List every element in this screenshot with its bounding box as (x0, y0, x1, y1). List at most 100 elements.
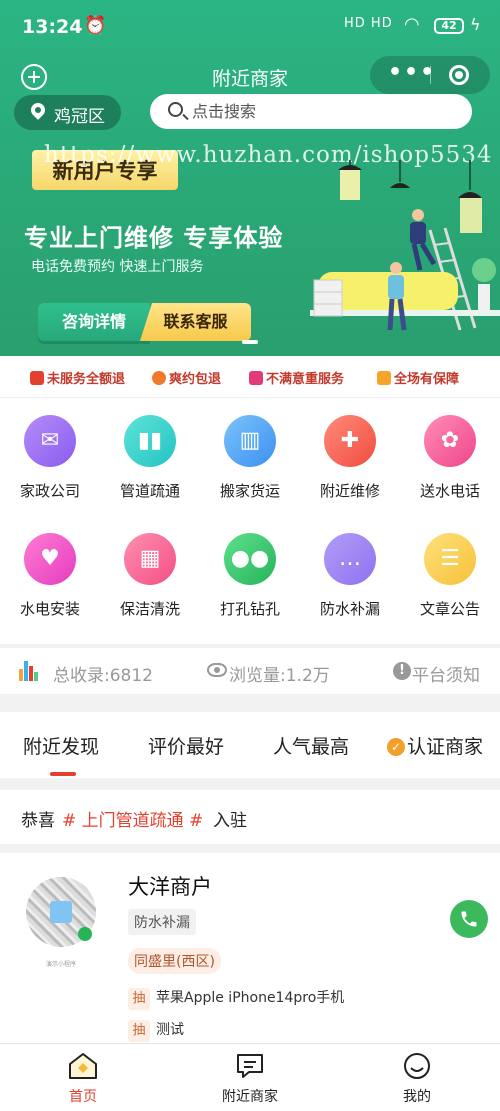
merchant-item-label: 测试 (156, 1022, 184, 1038)
tab-best-rated[interactable]: 评价最好 (148, 732, 224, 759)
qr-caption: 演示小程序 (45, 961, 76, 968)
header-banner: 13:24 ⏰ HD HD ◠ 42 ϟ 附近商家 ••• 鸡冠区 新用户专享 … (0, 0, 500, 356)
merchant-item: 抽苹果Apple iPhone14pro手机 (128, 987, 344, 1010)
carousel-indicator (242, 340, 258, 344)
tabbar-profile[interactable]: 我的 (334, 1044, 500, 1111)
guarantee-refund: 未服务全额退 (30, 368, 125, 387)
navbar: 附近商家 ••• (0, 56, 500, 96)
guarantee-label: 全场有保障 (394, 372, 460, 387)
bottom-tab-bar: 首页 附近商家 我的 (0, 1043, 500, 1111)
tab-most-popular[interactable]: 人气最高 (273, 732, 349, 759)
category-label: 家政公司 (19, 482, 80, 500)
announcement-prefix: 恭喜 (21, 811, 55, 831)
tab-certified[interactable]: ✓ 认证商家 (387, 732, 483, 759)
guarantee-strip: 未服务全额退 爽约包退 不满意重服务 全场有保障 (0, 356, 500, 398)
category-repair[interactable]: ✚ 附近维修 (300, 398, 400, 516)
stats-bar: 总收录:6812 浏览量:1.2万 ! 平台须知 (0, 648, 500, 694)
category-announcement[interactable]: ☰ 文章公告 (400, 516, 500, 634)
phone-icon (461, 911, 477, 927)
category-cleaning[interactable]: ▦ 保洁清洗 (100, 516, 200, 634)
guarantee-label: 不满意重服务 (266, 372, 345, 387)
listing-tabs: 附近发现 评价最好 人气最高 ✓ 认证商家 (0, 712, 500, 778)
category-label: 搬家货运 (219, 482, 280, 500)
chat-icon: … (324, 533, 376, 585)
close-target-icon[interactable] (449, 65, 469, 85)
category-label: 防水补漏 (319, 600, 380, 618)
guarantee-reservice: 不满意重服务 (249, 368, 344, 387)
category-pipe-unclog[interactable]: ▮▮ 管道疏通 (100, 398, 200, 516)
category-housekeeping[interactable]: ✉ 家政公司 (0, 398, 100, 516)
tabbar-home[interactable]: 首页 (0, 1044, 166, 1111)
view-count: 浏览量:1.2万 (229, 666, 330, 686)
search-input[interactable] (192, 99, 452, 124)
category-plumbing[interactable]: ♥ 水电安装 (0, 516, 100, 634)
merchant-item: 抽测试 (128, 1019, 184, 1042)
wifi-icon: ◠ (404, 14, 420, 35)
tab-nearby[interactable]: 附近发现 (23, 732, 99, 759)
category-label: 送水电话 (419, 482, 480, 500)
merchant-area: 同盛里(西区) (128, 948, 221, 974)
location-label: 鸡冠区 (54, 107, 105, 127)
category-waterproof[interactable]: … 防水补漏 (300, 516, 400, 634)
wrench-icon: ✚ (324, 415, 376, 467)
banner-subtitle: 电话免费预约 快速上门服务 (31, 259, 204, 275)
category-label: 打孔钻孔 (219, 600, 280, 618)
category-label: 附近维修 (319, 482, 380, 500)
message-icon (237, 1054, 263, 1078)
shield-icon (377, 371, 391, 385)
tab-label: 认证商家 (407, 736, 484, 758)
calendar-icon: ▦ (124, 533, 176, 585)
repair-illustration (310, 160, 500, 331)
envelope-icon: ✉ (24, 415, 76, 467)
category-water-delivery[interactable]: ✿ 送水电话 (400, 398, 500, 516)
platform-notice-link[interactable]: 平台须知 (412, 661, 480, 686)
category-label: 水电安装 (19, 600, 80, 618)
customer-service-button[interactable]: 联系客服 (140, 303, 251, 341)
active-tab-indicator (50, 772, 76, 776)
film-reel-icon: ✿ (424, 415, 476, 467)
verified-icon: ✓ (387, 738, 405, 756)
category-label: 文章公告 (419, 600, 480, 618)
merchant-name: 大洋商户 (128, 875, 212, 899)
announcement-bar[interactable]: 恭喜 # 上门管道疏通 # 入驻 (0, 790, 500, 844)
building-icon: ▥ (224, 415, 276, 467)
announcement-suffix: 入驻 (213, 811, 247, 831)
more-icon[interactable]: ••• (388, 60, 436, 85)
merchant-card[interactable]: 演示小程序 大洋商户 防水补漏 同盛里(西区) 抽苹果Apple iPhone1… (0, 853, 500, 1045)
miniprogram-capsule: ••• (370, 56, 490, 94)
merchant-category: 防水补漏 (128, 909, 196, 935)
tabbar-nearby-merchants[interactable]: 附近商家 (167, 1044, 333, 1111)
category-moving[interactable]: ▥ 搬家货运 (200, 398, 300, 516)
network-signal-icon: HD HD (344, 16, 393, 31)
lottery-tag: 抽 (128, 1020, 150, 1042)
guarantee-protected: 全场有保障 (377, 368, 459, 387)
shirt-icon (249, 371, 263, 385)
merchant-item-label: 苹果Apple iPhone14pro手机 (156, 990, 345, 1006)
announcement-highlight: # 上门管道疏通 # (62, 811, 204, 831)
category-label: 保洁清洗 (119, 600, 180, 618)
alarm-icon: ⏰ (84, 15, 107, 36)
clipboard-icon: ☰ (424, 533, 476, 585)
info-icon: ! (393, 662, 411, 680)
consult-button[interactable]: 咨询详情 (38, 303, 150, 341)
guarantee-no-show: 爽约包退 (152, 368, 221, 387)
tabbar-label: 附近商家 (222, 1089, 278, 1105)
miniprogram-badge-icon (78, 927, 92, 941)
search-bar[interactable] (150, 94, 472, 129)
call-button[interactable] (450, 900, 488, 938)
cherry-icon: ●● (224, 533, 276, 585)
status-time: 13:24 (22, 16, 83, 38)
location-selector[interactable]: 鸡冠区 (14, 95, 121, 130)
tabbar-label: 首页 (69, 1089, 97, 1105)
category-drilling[interactable]: ●● 打孔钻孔 (200, 516, 300, 634)
guarantee-label: 未服务全额退 (47, 372, 126, 387)
charging-icon: ϟ (470, 15, 481, 34)
capsule-divider (430, 66, 431, 84)
smiley-icon (404, 1053, 430, 1079)
refund-icon (30, 371, 44, 385)
guarantee-label: 爽约包退 (169, 372, 222, 387)
merchant-qr-code: 演示小程序 (20, 873, 102, 971)
total-count: 总收录:6812 (53, 666, 153, 686)
status-bar: 13:24 ⏰ HD HD ◠ 42 ϟ (0, 0, 500, 52)
user-icon (152, 371, 166, 385)
